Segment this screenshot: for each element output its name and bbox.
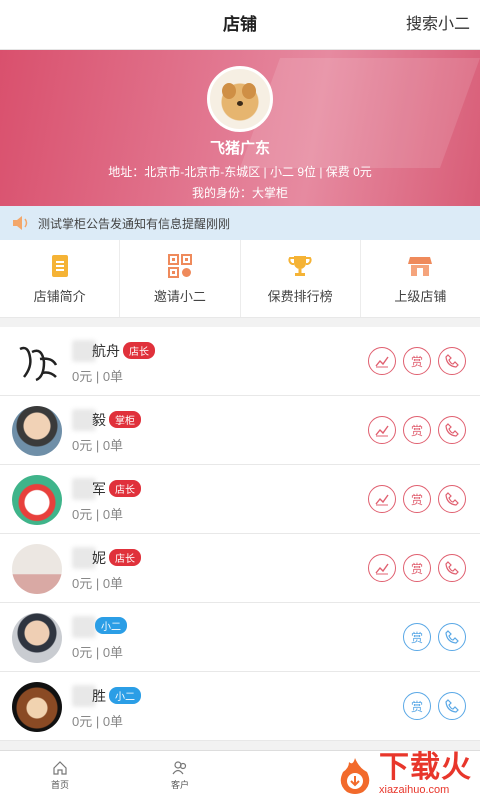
notice-text: 测试掌柜公告发通知有信息提醒刚刚	[38, 216, 231, 231]
watermark-en: xiazaihuo.com	[379, 784, 450, 796]
list-item[interactable]: 胜小二 0元 | 0单 赏	[0, 672, 480, 741]
member-stats: 0元 | 0单	[72, 438, 124, 453]
bottom-tab-bar: 首页 客户 下载火 xiazaihuo.com	[0, 750, 480, 800]
notice-bar[interactable]: 测试掌柜公告发通知有信息提醒刚刚	[0, 206, 480, 240]
member-name: 胜小二	[92, 686, 141, 706]
trend-button[interactable]	[368, 347, 396, 375]
reward-button[interactable]: 赏	[403, 416, 431, 444]
tab-home[interactable]: 首页	[0, 751, 120, 800]
qrcode-icon	[167, 253, 192, 278]
phone-button[interactable]	[438, 623, 466, 651]
trend-icon	[375, 494, 389, 506]
shop-info: 地址：北京市-北京市-东城区 | 小二 9位 | 保费 0元	[108, 165, 372, 179]
shop-role: 我的身份：大掌柜	[191, 186, 288, 200]
shop-menu: 店铺简介 邀请小二 保费排行榜 上级店铺	[0, 240, 480, 318]
top-bar: 店铺 搜索小二	[0, 0, 480, 50]
shop-banner: 飞猪广东 地址：北京市-北京市-东城区 | 小二 9位 | 保费 0元 我的身份…	[0, 50, 480, 206]
search-staff-link[interactable]: 搜索小二	[406, 0, 470, 50]
list-item[interactable]: 航舟 店长 0元 | 0单 赏	[0, 327, 480, 396]
menu-shop-intro[interactable]: 店铺简介	[0, 240, 121, 317]
avatar	[12, 337, 62, 387]
customers-icon	[172, 761, 187, 775]
store-icon	[408, 256, 433, 276]
phone-icon	[445, 423, 459, 437]
phone-button[interactable]	[438, 416, 466, 444]
phone-icon	[445, 699, 459, 713]
member-name: 航舟 店长	[92, 341, 155, 361]
phone-button[interactable]	[438, 692, 466, 720]
reward-button[interactable]: 赏	[403, 347, 431, 375]
trend-icon	[375, 356, 389, 368]
role-badge: 店长	[109, 549, 141, 566]
shop-name: 飞猪广东	[209, 140, 270, 157]
member-stats: 0元 | 0单	[72, 576, 124, 591]
menu-invite-staff[interactable]: 邀请小二	[120, 240, 241, 317]
trend-icon	[375, 425, 389, 437]
tab-customers[interactable]: 客户	[120, 751, 240, 800]
role-badge: 小二	[109, 687, 141, 704]
member-stats: 0元 | 0单	[72, 369, 124, 384]
shop-avatar[interactable]	[207, 66, 273, 132]
reward-button[interactable]: 赏	[403, 485, 431, 513]
trend-button[interactable]	[368, 554, 396, 582]
member-name: 妮店长	[92, 548, 141, 568]
menu-parent-shop[interactable]: 上级店铺	[361, 240, 480, 317]
watermark-logo: 下载火 xiazaihuo.com	[335, 752, 472, 796]
phone-button[interactable]	[438, 554, 466, 582]
phone-icon	[445, 561, 459, 575]
trophy-icon	[288, 255, 312, 276]
role-badge: 小二	[95, 617, 127, 634]
fire-logo-icon	[340, 758, 370, 794]
avatar	[12, 544, 62, 594]
avatar	[12, 613, 62, 663]
member-name: 毅掌柜	[92, 410, 141, 430]
trend-button[interactable]	[368, 416, 396, 444]
home-icon	[53, 761, 67, 775]
list-item[interactable]: 军店长 0元 | 0单 赏	[0, 465, 480, 534]
member-name: 小二	[92, 617, 127, 634]
phone-icon	[445, 354, 459, 368]
trend-icon	[375, 563, 389, 575]
avatar	[12, 682, 62, 732]
document-icon	[51, 254, 68, 277]
member-stats: 0元 | 0单	[72, 645, 124, 660]
trend-button[interactable]	[368, 485, 396, 513]
phone-button[interactable]	[438, 485, 466, 513]
menu-premium-ranking[interactable]: 保费排行榜	[241, 240, 361, 317]
speaker-icon	[13, 216, 28, 230]
watermark-cn: 下载火	[379, 751, 472, 784]
reward-button[interactable]: 赏	[403, 623, 431, 651]
reward-button[interactable]: 赏	[403, 692, 431, 720]
member-name: 军店长	[92, 479, 141, 499]
phone-icon	[445, 630, 459, 644]
list-item[interactable]: 毅掌柜 0元 | 0单 赏	[0, 396, 480, 465]
list-item[interactable]: 妮店长 0元 | 0单 赏	[0, 534, 480, 603]
avatar	[12, 475, 62, 525]
phone-button[interactable]	[438, 347, 466, 375]
role-badge: 掌柜	[109, 411, 141, 428]
phone-icon	[445, 492, 459, 506]
member-stats: 0元 | 0单	[72, 714, 124, 729]
avatar	[12, 406, 62, 456]
list-item[interactable]: 小二 0元 | 0单 赏	[0, 603, 480, 672]
member-stats: 0元 | 0单	[72, 507, 124, 522]
role-badge: 店长	[123, 342, 155, 359]
role-badge: 店长	[109, 480, 141, 497]
reward-button[interactable]: 赏	[403, 554, 431, 582]
member-list: 航舟 店长 0元 | 0单 赏 毅掌柜 0元 | 0单 赏 军店长 0元 | 0单	[0, 327, 480, 741]
